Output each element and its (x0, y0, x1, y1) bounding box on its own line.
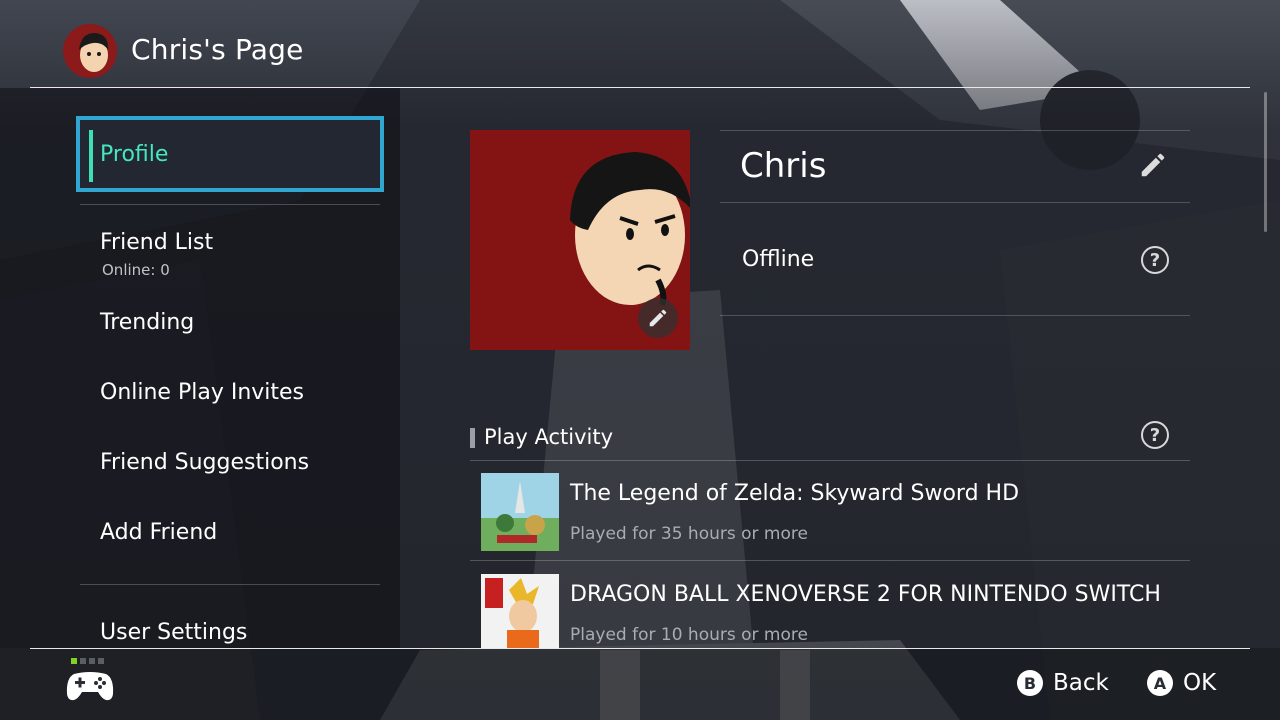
back-button[interactable]: B Back (1017, 670, 1109, 696)
ok-label: OK (1183, 670, 1217, 696)
picture-edit-button[interactable] (638, 298, 678, 338)
sidebar-divider (80, 204, 380, 205)
game-thumbnail (481, 574, 559, 648)
row-divider (720, 130, 1190, 131)
footer: B Back A OK (0, 648, 1280, 720)
play-activity-title: Play Activity (484, 425, 614, 449)
question-circle-icon[interactable]: ? (1141, 246, 1169, 274)
footer-divider (30, 648, 1250, 649)
question-circle-icon[interactable]: ? (1141, 421, 1169, 449)
sidebar-item-label: Online Play Invites (100, 380, 305, 405)
sidebar-item-online-play-invites[interactable]: Online Play Invites (80, 380, 380, 410)
sidebar-item-label: Friend Suggestions (100, 450, 310, 475)
game-row-zelda[interactable]: The Legend of Zelda: Skyward Sword HD Pl… (470, 461, 1190, 561)
scrollbar[interactable] (1264, 92, 1267, 232)
a-button-icon: A (1147, 670, 1173, 696)
user-avatar (63, 24, 117, 78)
sidebar-item-profile[interactable]: Profile (76, 116, 384, 192)
sidebar-divider (80, 584, 380, 585)
user-name: Chris (740, 146, 827, 186)
selection-indicator (89, 130, 93, 182)
play-time: Played for 10 hours or more (570, 625, 808, 645)
section-marker (470, 428, 475, 448)
sidebar-item-label: Profile (100, 142, 169, 167)
sidebar-item-label: Add Friend (100, 520, 218, 545)
sidebar-item-label: Friend List (100, 230, 214, 255)
sidebar-item-friend-suggestions[interactable]: Friend Suggestions (80, 450, 380, 480)
sidebar-item-add-friend[interactable]: Add Friend (80, 520, 380, 550)
sidebar-item-user-settings[interactable]: User Settings (80, 620, 380, 650)
header: Chris's Page (0, 0, 1280, 88)
online-status: Offline (742, 247, 815, 272)
sidebar-item-label: User Settings (100, 620, 248, 645)
play-time: Played for 35 hours or more (570, 524, 808, 544)
online-count: Online: 0 (102, 261, 170, 279)
game-title: DRAGON BALL XENOVERSE 2 FOR NINTENDO SWI… (570, 582, 1161, 607)
sidebar-item-friend-list[interactable]: Friend List Online: 0 (80, 228, 380, 284)
game-row-dragonball[interactable]: DRAGON BALL XENOVERSE 2 FOR NINTENDO SWI… (470, 562, 1190, 648)
game-title: The Legend of Zelda: Skyward Sword HD (570, 481, 1020, 506)
page-title: Chris's Page (131, 33, 304, 66)
pencil-icon (1141, 153, 1165, 177)
controller-icon (66, 668, 114, 706)
row-divider (470, 560, 1190, 561)
player-indicator (71, 658, 104, 664)
row-divider (720, 315, 1190, 316)
sidebar: Profile Friend List Online: 0 Trending O… (0, 88, 400, 648)
profile-picture[interactable] (470, 130, 690, 350)
game-thumbnail (481, 473, 559, 551)
sidebar-item-label: Trending (100, 310, 195, 335)
sidebar-item-trending[interactable]: Trending (80, 310, 380, 340)
name-edit-button[interactable] (1138, 150, 1170, 182)
back-label: Back (1053, 670, 1109, 696)
pencil-icon (649, 309, 667, 327)
ok-button[interactable]: A OK (1147, 670, 1216, 696)
b-button-icon: B (1017, 670, 1043, 696)
row-divider (720, 202, 1190, 203)
